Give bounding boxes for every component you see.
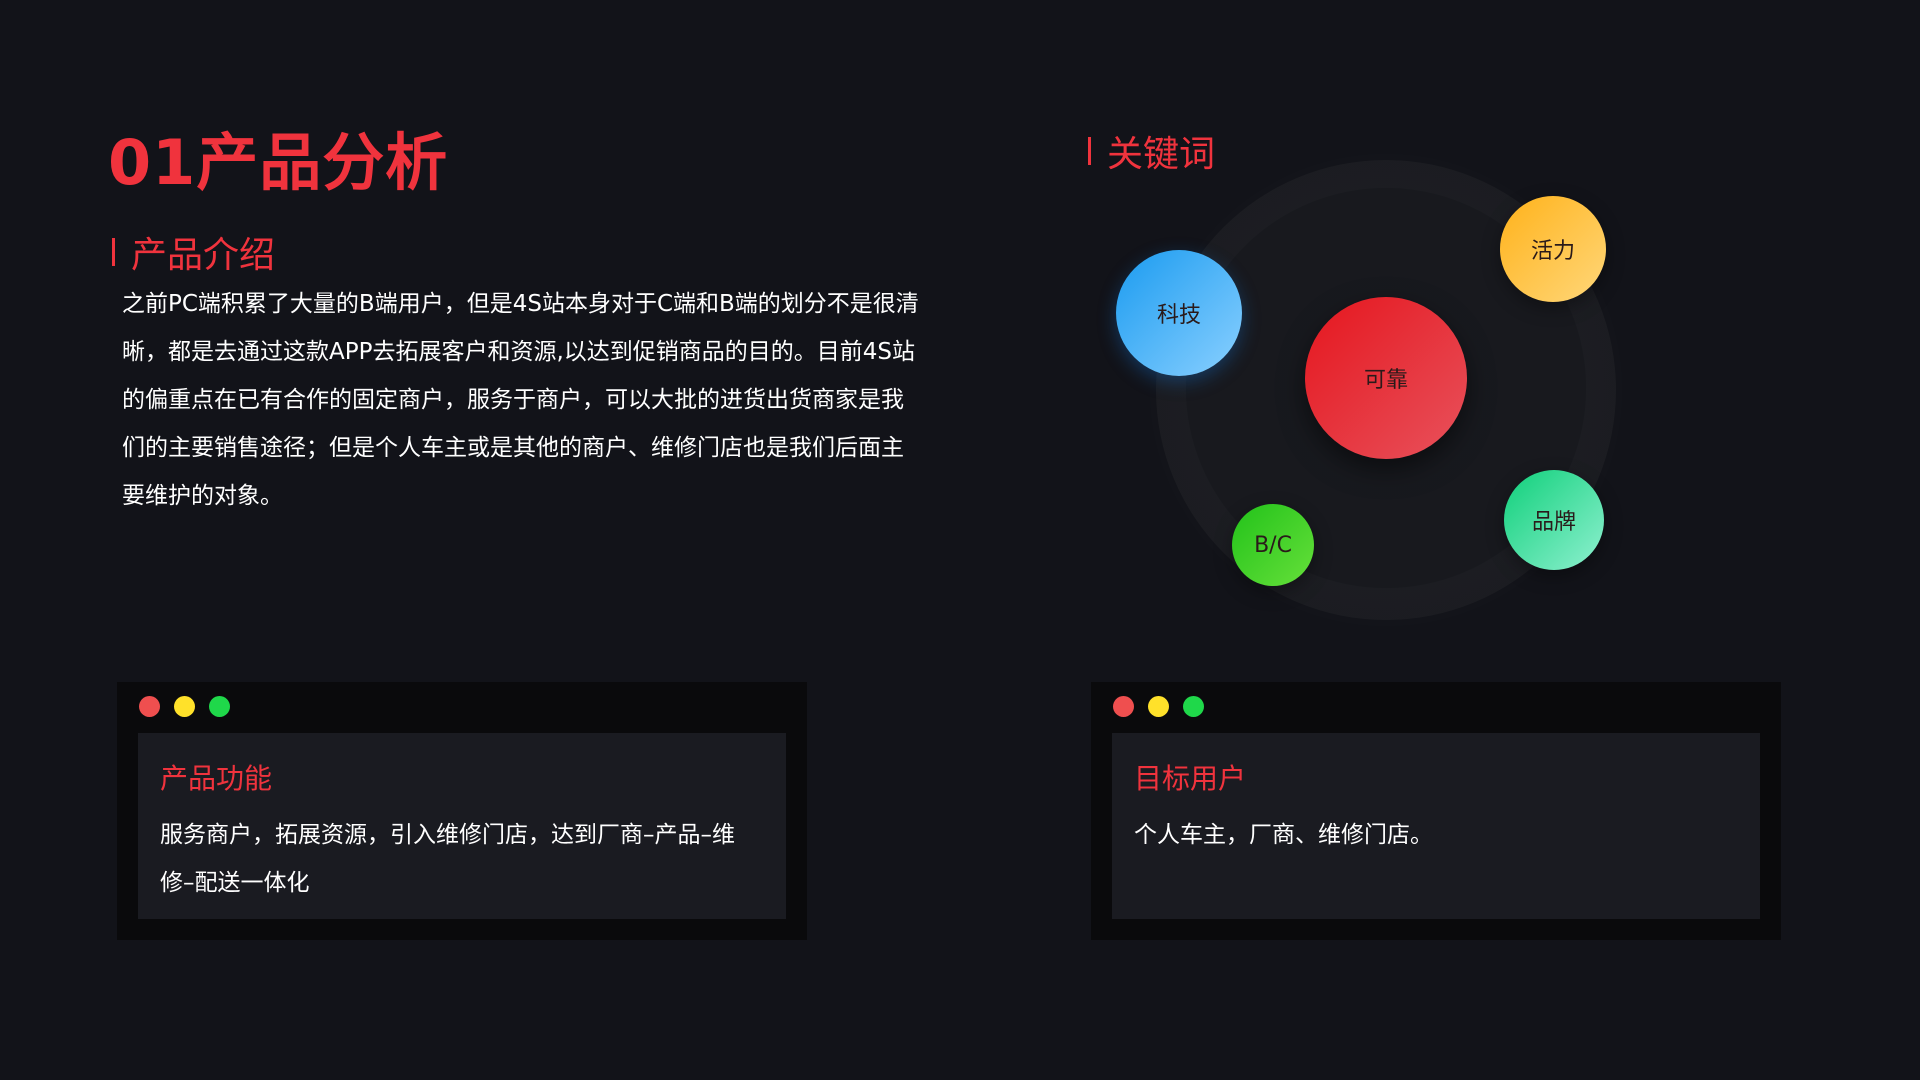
keyword-label-tech: 科技 (1156, 303, 1201, 328)
yellow-dot-icon (1148, 696, 1169, 717)
window-dots (139, 696, 230, 717)
keyword-cluster: 科技 可靠 活力 品牌 B/C (1080, 150, 1640, 650)
heading-bar (112, 238, 115, 266)
keyword-bubble-tech: 科技 (1116, 250, 1242, 376)
features-card: 产品功能 服务商户，拓展资源，引入维修门店，达到厂商–产品–维修–配送一体化 (117, 682, 807, 940)
yellow-dot-icon (174, 696, 195, 717)
green-dot-icon (209, 696, 230, 717)
keyword-label-bc: B/C (1254, 532, 1292, 558)
keyword-label-reliable: 可靠 (1363, 368, 1408, 393)
keyword-bubble-bc: B/C (1232, 504, 1314, 586)
keyword-label-vital: 活力 (1530, 239, 1575, 264)
window-dots (1113, 696, 1204, 717)
intro-paragraph: 之前PC端积累了大量的B端用户，但是4S站本身对于C端和B端的划分不是很清晰，都… (122, 291, 919, 509)
page-title: 01产品分析 (108, 126, 449, 199)
red-dot-icon (1113, 696, 1134, 717)
target-users-card-text: 个人车主，厂商、维修门店。 (1134, 822, 1433, 848)
red-dot-icon (139, 696, 160, 717)
features-card-text: 服务商户，拓展资源，引入维修门店，达到厂商–产品–维修–配送一体化 (160, 822, 735, 896)
target-users-card-body: 目标用户 个人车主，厂商、维修门店。 (1112, 733, 1760, 919)
target-users-card-title: 目标用户 (1134, 762, 1247, 795)
features-card-body: 产品功能 服务商户，拓展资源，引入维修门店，达到厂商–产品–维修–配送一体化 (138, 733, 786, 919)
keyword-bubble-brand: 品牌 (1504, 470, 1604, 570)
intro-heading-label: 产品介绍 (131, 235, 276, 276)
keyword-label-brand: 品牌 (1531, 510, 1576, 535)
target-users-card: 目标用户 个人车主，厂商、维修门店。 (1091, 682, 1781, 940)
keyword-bubble-reliable: 可靠 (1305, 297, 1467, 459)
intro-heading: 产品介绍 (112, 226, 275, 278)
features-card-title: 产品功能 (160, 762, 273, 795)
green-dot-icon (1183, 696, 1204, 717)
keyword-bubble-vital: 活力 (1500, 196, 1606, 302)
